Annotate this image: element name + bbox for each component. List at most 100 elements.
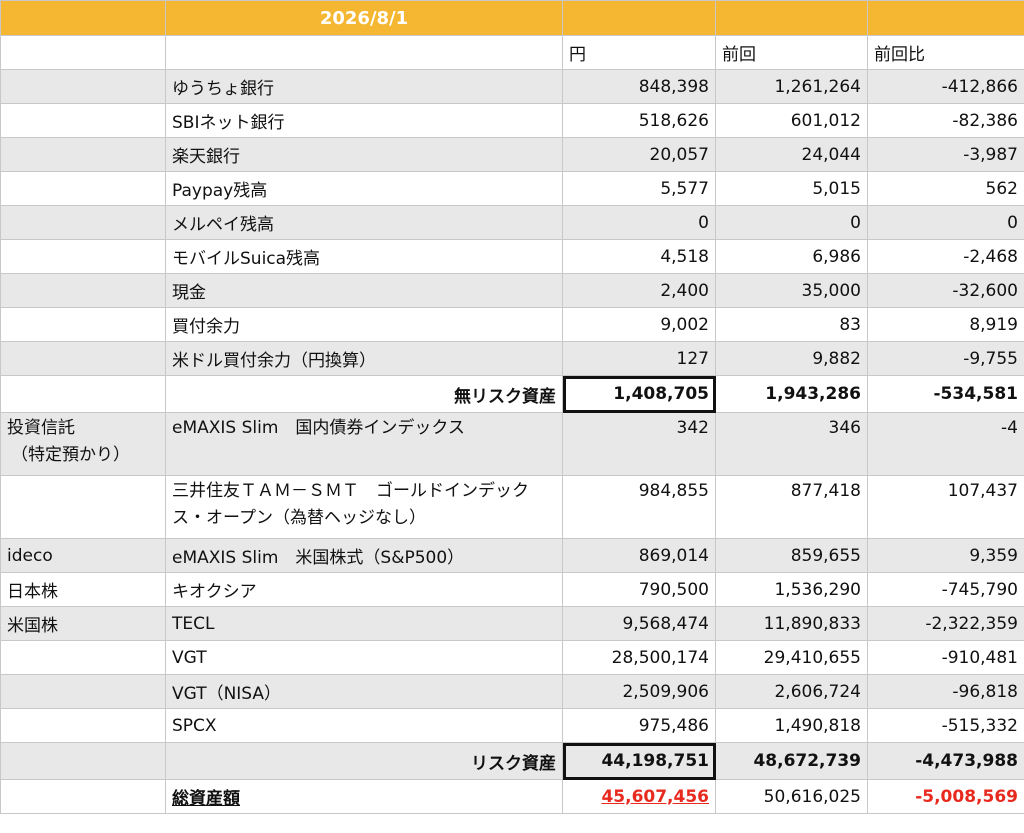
category-cell[interactable] bbox=[0, 205, 166, 240]
value-diff[interactable]: -9,755 bbox=[867, 341, 1024, 376]
col-header-prev[interactable]: 前回 bbox=[715, 35, 868, 70]
cell[interactable] bbox=[165, 35, 563, 70]
value-diff[interactable]: -2,322,359 bbox=[867, 606, 1024, 641]
category-cell[interactable] bbox=[0, 640, 166, 675]
category-cell[interactable] bbox=[0, 273, 166, 308]
value-diff[interactable]: -515,332 bbox=[867, 708, 1024, 743]
category-cell[interactable] bbox=[0, 103, 166, 138]
category-cell[interactable] bbox=[0, 674, 166, 709]
date-header[interactable]: 2026/8/1 bbox=[165, 0, 563, 36]
value-diff[interactable]: -4 bbox=[867, 412, 1024, 476]
value-diff[interactable]: 0 bbox=[867, 205, 1024, 240]
item-name[interactable]: VGT（NISA） bbox=[165, 674, 563, 709]
col-header-yen[interactable]: 円 bbox=[562, 35, 716, 70]
category-cell[interactable]: 米国株 bbox=[0, 606, 166, 641]
value-yen[interactable]: 518,626 bbox=[562, 103, 716, 138]
header-cell[interactable] bbox=[0, 0, 166, 36]
value-yen[interactable]: 984,855 bbox=[562, 475, 716, 539]
cell[interactable] bbox=[0, 375, 166, 413]
category-cell[interactable] bbox=[0, 341, 166, 376]
value-diff[interactable]: 562 bbox=[867, 171, 1024, 206]
item-name[interactable]: メルペイ残高 bbox=[165, 205, 563, 240]
item-name[interactable]: VGT bbox=[165, 640, 563, 675]
value-yen[interactable]: 790,500 bbox=[562, 572, 716, 607]
riskfree-total-label[interactable]: 無リスク資産 bbox=[165, 375, 563, 413]
category-cell[interactable] bbox=[0, 307, 166, 342]
header-cell[interactable] bbox=[867, 0, 1024, 36]
value-yen[interactable]: 4,518 bbox=[562, 239, 716, 274]
value-prev[interactable]: 29,410,655 bbox=[715, 640, 868, 675]
value-yen[interactable]: 9,568,474 bbox=[562, 606, 716, 641]
risk-total-yen[interactable]: 44,198,751 bbox=[562, 742, 716, 780]
grand-total-diff[interactable]: -5,008,569 bbox=[867, 779, 1024, 814]
category-cell[interactable]: ideco bbox=[0, 538, 166, 573]
header-cell[interactable] bbox=[562, 0, 716, 36]
value-prev[interactable]: 5,015 bbox=[715, 171, 868, 206]
value-yen[interactable]: 20,057 bbox=[562, 137, 716, 172]
category-cell[interactable] bbox=[0, 239, 166, 274]
value-yen[interactable]: 975,486 bbox=[562, 708, 716, 743]
category-cell[interactable]: 日本株 bbox=[0, 572, 166, 607]
item-name[interactable]: SPCX bbox=[165, 708, 563, 743]
value-prev[interactable]: 24,044 bbox=[715, 137, 868, 172]
category-cell[interactable] bbox=[0, 708, 166, 743]
value-diff[interactable]: -3,987 bbox=[867, 137, 1024, 172]
riskfree-total-prev[interactable]: 1,943,286 bbox=[715, 375, 868, 413]
riskfree-total-yen[interactable]: 1,408,705 bbox=[562, 375, 716, 413]
cell[interactable] bbox=[0, 35, 166, 70]
value-yen[interactable]: 0 bbox=[562, 205, 716, 240]
value-yen[interactable]: 9,002 bbox=[562, 307, 716, 342]
value-prev[interactable]: 2,606,724 bbox=[715, 674, 868, 709]
value-diff[interactable]: 9,359 bbox=[867, 538, 1024, 573]
value-prev[interactable]: 1,261,264 bbox=[715, 69, 868, 104]
value-diff[interactable]: -82,386 bbox=[867, 103, 1024, 138]
category-cell[interactable] bbox=[0, 69, 166, 104]
col-header-diff[interactable]: 前回比 bbox=[867, 35, 1024, 70]
item-name[interactable]: SBIネット銀行 bbox=[165, 103, 563, 138]
item-name[interactable]: Paypay残高 bbox=[165, 171, 563, 206]
risk-total-diff[interactable]: -4,473,988 bbox=[867, 742, 1024, 780]
value-diff[interactable]: -32,600 bbox=[867, 273, 1024, 308]
risk-total-prev[interactable]: 48,672,739 bbox=[715, 742, 868, 780]
value-diff[interactable]: -412,866 bbox=[867, 69, 1024, 104]
value-diff[interactable]: -745,790 bbox=[867, 572, 1024, 607]
value-yen[interactable]: 869,014 bbox=[562, 538, 716, 573]
value-diff[interactable]: -96,818 bbox=[867, 674, 1024, 709]
value-diff[interactable]: 107,437 bbox=[867, 475, 1024, 539]
category-cell[interactable] bbox=[0, 475, 166, 539]
riskfree-total-diff[interactable]: -534,581 bbox=[867, 375, 1024, 413]
value-yen[interactable]: 848,398 bbox=[562, 69, 716, 104]
item-name[interactable]: eMAXIS Slim 国内債券インデックス bbox=[165, 412, 563, 476]
value-diff[interactable]: -2,468 bbox=[867, 239, 1024, 274]
category-cell[interactable]: 投資信託 （特定預かり） bbox=[0, 412, 166, 476]
item-name[interactable]: eMAXIS Slim 米国株式（S&P500） bbox=[165, 538, 563, 573]
grand-total-label[interactable]: 総資産額 bbox=[165, 779, 563, 814]
value-yen[interactable]: 2,509,906 bbox=[562, 674, 716, 709]
value-prev[interactable]: 11,890,833 bbox=[715, 606, 868, 641]
value-diff[interactable]: -910,481 bbox=[867, 640, 1024, 675]
value-yen[interactable]: 127 bbox=[562, 341, 716, 376]
item-name[interactable]: 買付余力 bbox=[165, 307, 563, 342]
category-cell[interactable] bbox=[0, 171, 166, 206]
value-prev[interactable]: 83 bbox=[715, 307, 868, 342]
header-cell[interactable] bbox=[715, 0, 868, 36]
cell[interactable] bbox=[0, 779, 166, 814]
item-name[interactable]: TECL bbox=[165, 606, 563, 641]
category-cell[interactable] bbox=[0, 137, 166, 172]
value-diff[interactable]: 8,919 bbox=[867, 307, 1024, 342]
value-yen[interactable]: 342 bbox=[562, 412, 716, 476]
value-yen[interactable]: 5,577 bbox=[562, 171, 716, 206]
item-name[interactable]: 三井住友ＴＡＭ－ＳＭＴ ゴールドインデックス・オープン（為替ヘッジなし） bbox=[165, 475, 563, 539]
value-yen[interactable]: 28,500,174 bbox=[562, 640, 716, 675]
item-name[interactable]: ゆうちょ銀行 bbox=[165, 69, 563, 104]
value-prev[interactable]: 346 bbox=[715, 412, 868, 476]
value-prev[interactable]: 1,490,818 bbox=[715, 708, 868, 743]
item-name[interactable]: モバイルSuica残高 bbox=[165, 239, 563, 274]
item-name[interactable]: 楽天銀行 bbox=[165, 137, 563, 172]
cell[interactable] bbox=[0, 742, 166, 780]
value-prev[interactable]: 877,418 bbox=[715, 475, 868, 539]
value-prev[interactable]: 0 bbox=[715, 205, 868, 240]
value-yen[interactable]: 2,400 bbox=[562, 273, 716, 308]
value-prev[interactable]: 35,000 bbox=[715, 273, 868, 308]
grand-total-yen[interactable]: 45,607,456 bbox=[562, 779, 716, 814]
